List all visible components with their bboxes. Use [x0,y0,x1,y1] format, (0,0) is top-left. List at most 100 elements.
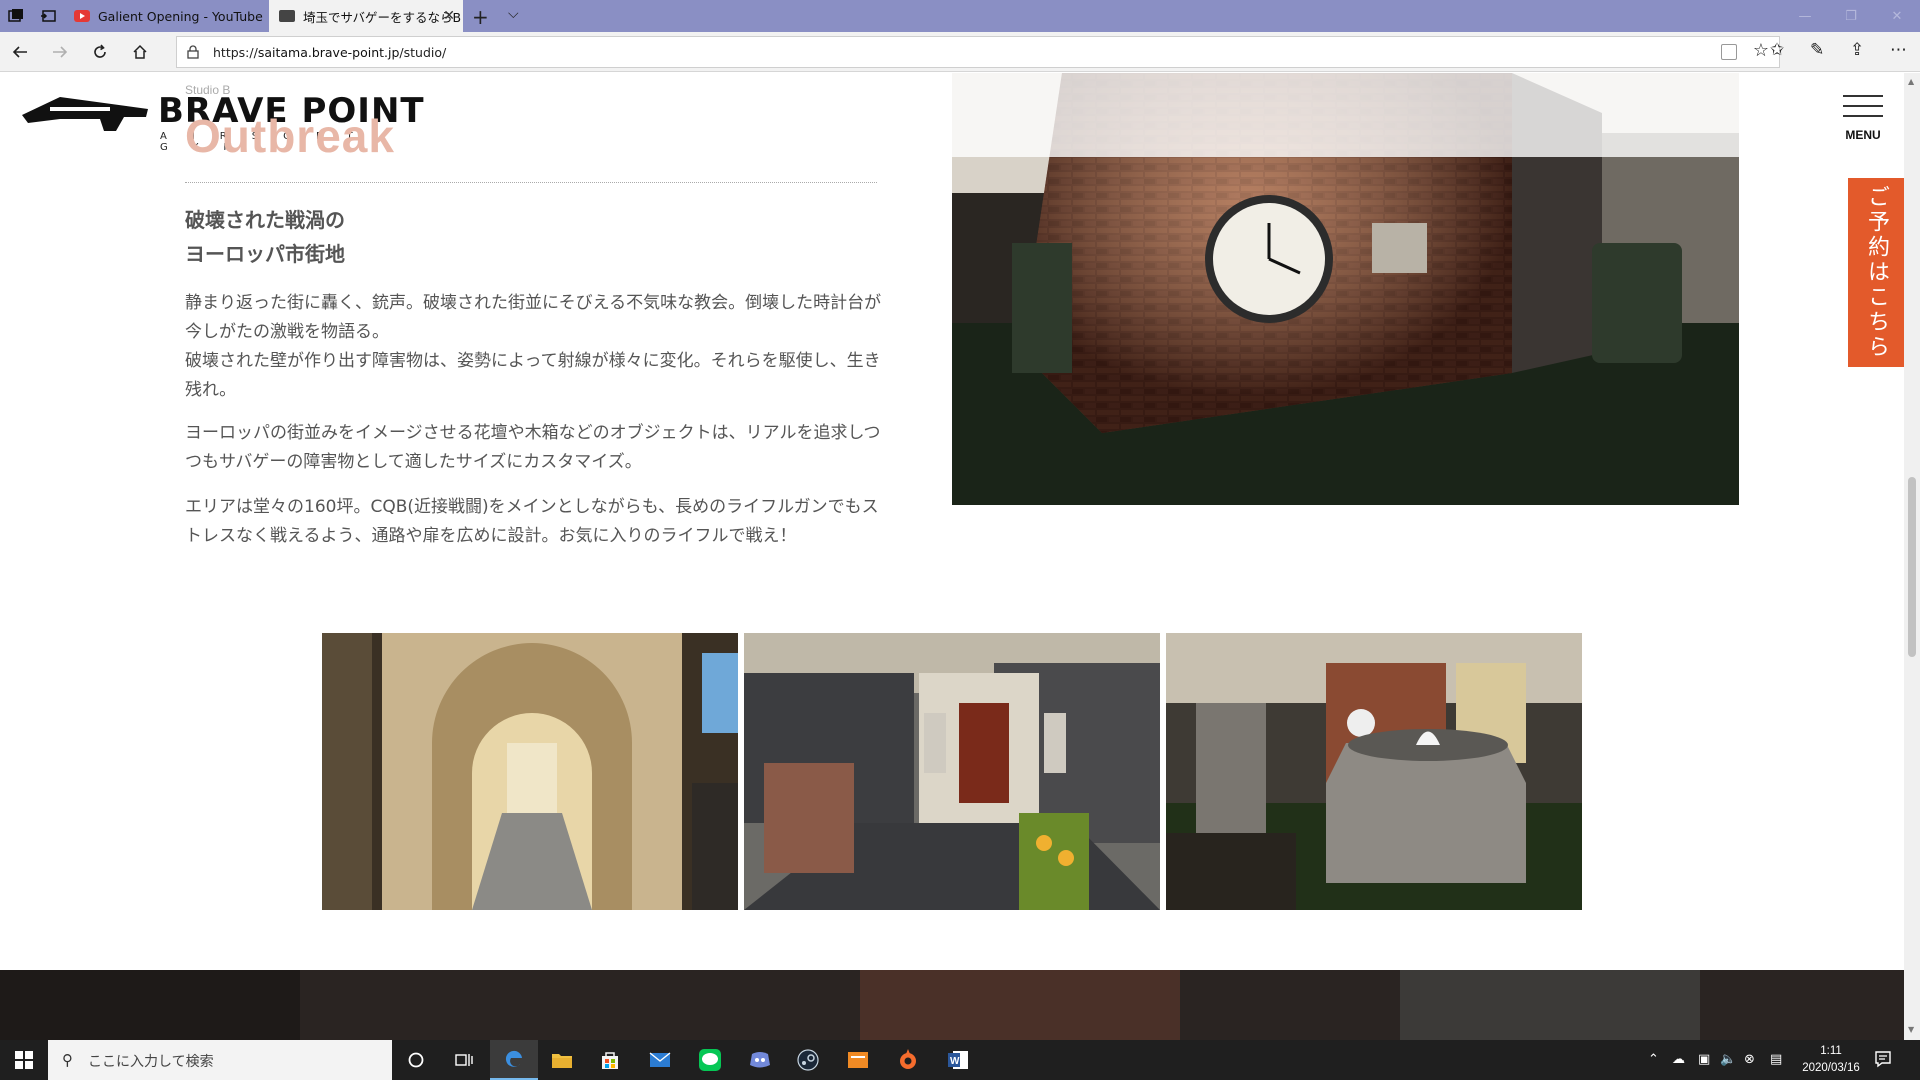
menu-label: MENU [1845,128,1881,142]
gallery-photo-corridor[interactable] [322,633,738,910]
taskbar-search[interactable]: ⚲ ここに入力して検索 [48,1040,392,1080]
taskbar-discord[interactable] [736,1040,784,1080]
taskbar-edge[interactable] [490,1040,538,1080]
heading-line: ヨーロッパ市街地 [185,242,345,266]
network-icon[interactable]: ▣ [1698,1052,1710,1067]
description-paragraph-1: 静まり返った街に轟く、銃声。破壊された街並にそびえる不気味な教会。倒壊した時計台… [185,289,885,405]
tab-brave-point[interactable]: 埼玉でサバゲーをするならB ✕ [269,0,463,32]
share-icon[interactable]: ⇪ [1850,40,1864,60]
search-icon: ⚲ [62,1051,73,1069]
clock-date: 2020/03/16 [1802,1062,1860,1074]
minimize-button[interactable]: — [1782,0,1828,32]
taskbar-line[interactable] [686,1040,734,1080]
gallery-photo-church-door[interactable] [744,633,1160,910]
tab-actions-icon[interactable] [8,8,24,24]
origin-icon [900,1049,916,1069]
favorites-icon[interactable]: ✩ [1770,40,1784,60]
next-section-background [0,970,1904,1041]
forward-arrow-icon [53,46,68,58]
line-chat-icon [699,1049,721,1071]
close-tab-icon[interactable]: ✕ [443,8,455,24]
scroll-up-icon[interactable]: ▲ [1908,77,1914,86]
refresh-icon [94,44,106,58]
scrollbar-thumb[interactable] [1908,477,1916,657]
tab-title: Galient Opening - YouTube [98,8,263,24]
onedrive-cloud-icon[interactable]: ☁ [1672,1052,1685,1067]
taskbar-mail[interactable] [636,1040,684,1080]
home-button[interactable] [128,40,152,64]
lock-icon [187,45,199,59]
search-placeholder: ここに入力して検索 [88,1054,214,1070]
taskbar-file-explorer[interactable] [538,1040,586,1080]
url-scheme: https:// [213,45,258,60]
text-line: つもサバゲーの障害物として適したサイズにカスタマイズ。 [185,452,642,472]
text-line: 今しがたの激戦を物語る。 [185,322,389,342]
menu-button[interactable]: MENU [1841,95,1885,145]
gun-logo-icon [22,97,148,131]
taskbar-app-orange[interactable] [834,1040,882,1080]
task-view-button[interactable] [440,1040,488,1080]
brave-point-favicon-icon [279,10,295,22]
back-button[interactable] [8,40,32,64]
address-bar[interactable]: https://saitama.brave-point.jp/studio/ ☆ [176,36,1780,68]
edge-browser-icon [505,1050,522,1067]
set-aside-tabs-icon[interactable] [40,8,56,24]
description-paragraph-2: ヨーロッパの街並みをイメージさせる花壇や木箱などのオブジェクトは、リアルを追求し… [185,419,885,477]
action-center-icon[interactable] [1874,1050,1892,1068]
folder-icon [552,1054,572,1068]
back-arrow-icon [12,46,27,58]
web-page: BRAVE POINT AIRSOFT GYM MENU ご予約はこちら Stu… [0,73,1904,1041]
text-line: ヨーロッパの街並みをイメージさせる花壇や木箱などのオブジェクトは、リアルを追求し… [185,423,881,443]
taskbar-steam[interactable] [784,1040,832,1080]
cortana-button[interactable] [392,1040,440,1080]
clock-time: 1:11 [1820,1045,1842,1057]
url-host: saitama.brave-point.jp [257,45,400,60]
mail-icon [649,1052,671,1067]
volume-icon[interactable]: 🔈 [1720,1052,1736,1067]
restore-button[interactable]: ❐ [1828,0,1874,32]
divider [185,182,877,183]
studio-heading: 破壊された戦渦の ヨーロッパ市街地 [185,203,345,271]
show-hidden-icons-icon[interactable]: ⌃ [1648,1052,1659,1067]
taskbar-origin[interactable] [884,1040,932,1080]
url-text: https://saitama.brave-point.jp/studio/ [213,45,446,60]
text-line: エリアは堂々の160坪。CQB(近接戦闘)をメインとしながらも、長めのライフルガ… [185,497,879,517]
hamburger-bar [1843,105,1883,107]
page-scrollbar[interactable]: ▲ ▼ [1904,73,1920,1041]
tab-preview-chevron-icon[interactable]: ⌵ [508,6,519,22]
store-bag-icon [602,1052,618,1069]
tab-youtube[interactable]: Galient Opening - YouTube [64,0,269,32]
start-button[interactable] [0,1040,48,1080]
taskbar-word[interactable]: W [934,1040,982,1080]
heading-line: 破壊された戦渦の [185,208,345,232]
add-favorite-star-icon[interactable]: ☆ [1753,40,1769,61]
more-options-icon[interactable]: ⋯ [1890,40,1907,60]
pen-notes-icon[interactable]: ✎ [1810,40,1824,60]
steam-icon [797,1049,819,1071]
youtube-icon [74,10,90,22]
gallery-photo-well[interactable] [1166,633,1582,910]
refresh-button[interactable] [88,40,112,64]
status-x-icon[interactable]: ⊗ [1744,1052,1755,1067]
discord-icon [750,1052,770,1068]
new-tab-button[interactable]: + [472,5,489,29]
reservation-button[interactable]: ご予約はこちら [1848,178,1904,367]
orange-app-icon [848,1052,868,1068]
input-method-icon[interactable]: ▤ [1770,1052,1782,1067]
window-controls: — ❐ ✕ [1782,0,1920,32]
cortana-circle-icon [408,1052,424,1068]
forward-button[interactable] [48,40,72,64]
task-view-icon [455,1054,473,1066]
tab-title: 埼玉でサバゲーをするならB [303,9,462,25]
scroll-down-icon[interactable]: ▼ [1908,1025,1914,1034]
word-icon: W [948,1051,968,1069]
close-window-button[interactable]: ✕ [1874,0,1920,32]
browser-toolbar: https://saitama.brave-point.jp/studio/ ☆… [0,32,1920,72]
taskbar-store[interactable] [586,1040,634,1080]
reading-view-icon[interactable] [1721,44,1737,60]
system-clock[interactable]: 1:11 2020/03/16 [1796,1043,1866,1077]
studio-name: Outbreak [185,110,395,162]
description-paragraph-3: エリアは堂々の160坪。CQB(近接戦闘)をメインとしながらも、長めのライフルガ… [185,493,885,551]
browser-titlebar: Galient Opening - YouTube 埼玉でサバゲーをするならB … [0,0,1920,32]
url-path: /studio/ [399,45,447,60]
